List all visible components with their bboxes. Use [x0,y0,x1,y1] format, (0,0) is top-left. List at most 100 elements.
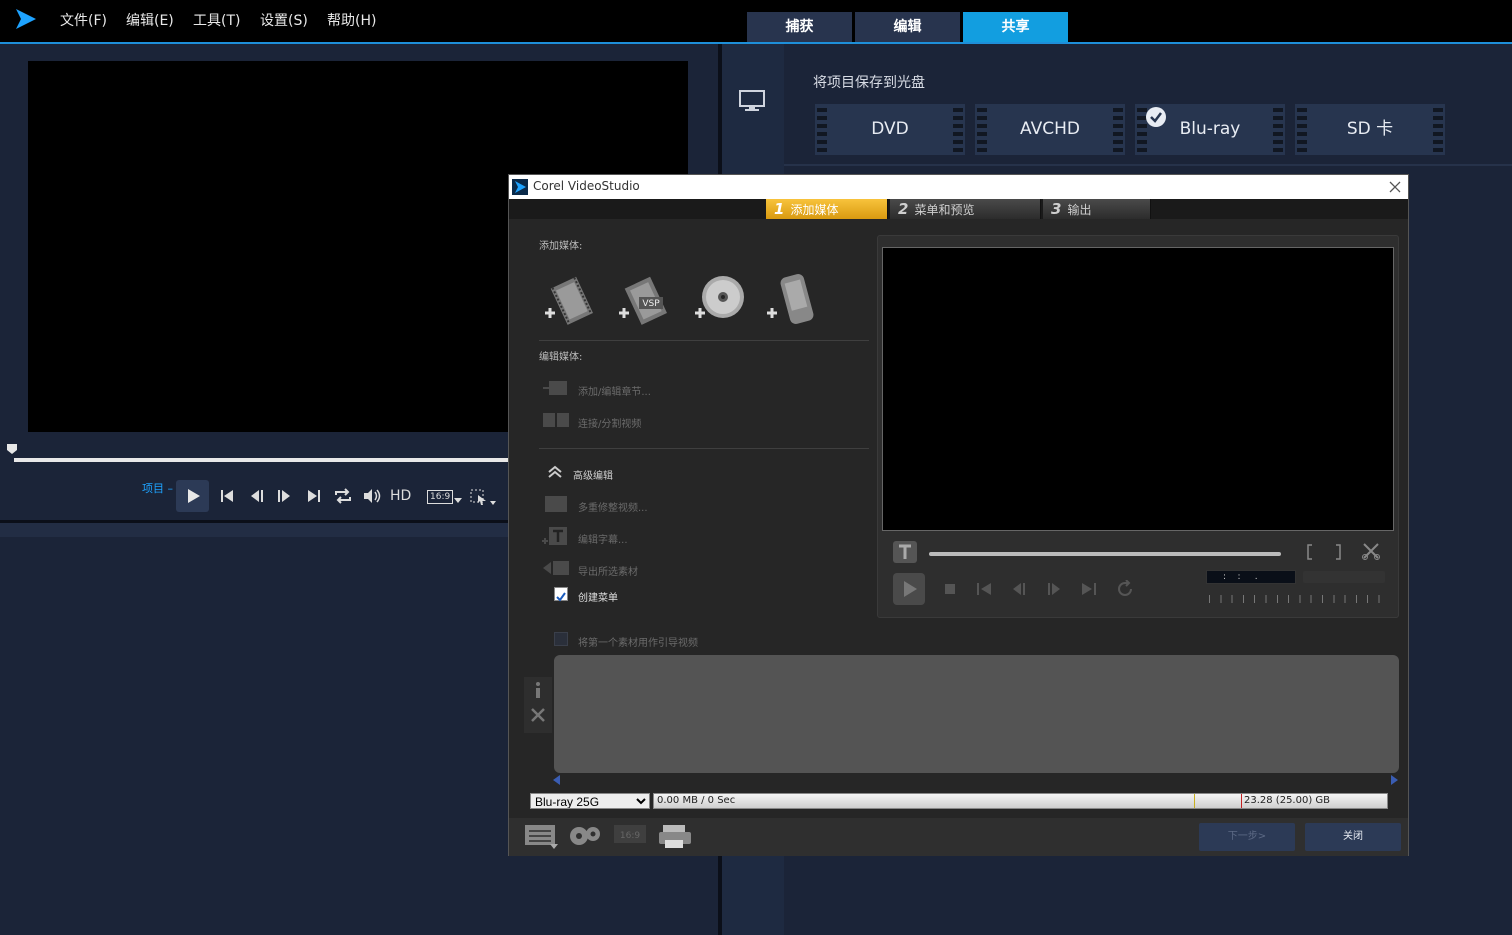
add-mobile-device-icon[interactable] [763,273,819,327]
scissors-icon[interactable] [1361,541,1381,561]
split-video-icon [543,413,569,427]
disc-option-dvd[interactable]: DVD [815,104,965,155]
film-perforation [977,104,987,155]
edit-subtitles-link[interactable]: 编辑字幕... [578,531,628,546]
export-clip-icon [543,561,569,575]
intro-video-label: 将第一个素材用作引导视频 [578,638,698,649]
play-button[interactable] [176,480,209,512]
dialog-titlebar[interactable] [509,175,1408,199]
export-selected-clip-link[interactable]: 导出所选素材 [578,563,638,578]
multi-trim-video-link[interactable]: 多重修整视频... [578,499,648,514]
app-logo-icon [512,179,528,195]
menu-edit[interactable]: 编辑(E) [126,10,174,30]
step-label: 输出 [1067,203,1092,217]
dialog-play-button[interactable] [893,573,925,605]
check-circle-icon [1146,107,1166,127]
double-chevron-up-icon[interactable] [547,465,563,479]
info-icon[interactable] [531,680,545,700]
media-clip-area[interactable] [554,655,1399,773]
step-menu-preview[interactable]: 2 菜单和预览 [890,199,1041,219]
add-vsp-project-icon[interactable]: VSP [615,275,671,327]
disc-option-label: DVD [871,119,909,139]
project-mode-label[interactable]: 项目 – [142,480,173,496]
step-label: 菜单和预览 [914,203,975,217]
close-button[interactable]: 关闭 [1305,823,1401,851]
tab-share[interactable]: 共享 [963,12,1068,42]
film-perforation [1113,104,1123,155]
wizard-steps: 1 添加媒体 2 菜单和预览 3 输出 [509,199,1408,219]
create-menu-label: 创建菜单 [578,593,618,604]
disc-option-sd-card[interactable]: SD 卡 [1295,104,1445,155]
monitor-icon[interactable] [738,89,766,113]
film-perforation [1273,104,1283,155]
text-overlay-icon[interactable] [892,540,918,564]
crop-select-icon[interactable] [470,489,498,507]
step-add-media[interactable]: 1 添加媒体 [766,199,888,219]
tab-edit[interactable]: 编辑 [855,12,960,42]
add-video-icon[interactable] [541,275,597,327]
chevron-down-icon[interactable] [454,498,462,504]
dialog-title: Corel VideoStudio [533,179,640,193]
gear-icon[interactable] [567,822,603,850]
print-label-icon[interactable] [657,823,693,849]
timecode-field[interactable]: : : . [1206,570,1296,584]
step-output[interactable]: 3 输出 [1043,199,1151,219]
previous-frame-icon[interactable] [1011,582,1027,596]
join-split-video-link[interactable]: 连接/分割视频 [578,415,641,430]
dialog-preview-window [882,247,1394,531]
repeat-icon[interactable] [333,487,353,505]
disc-option-avchd[interactable]: AVCHD [975,104,1125,155]
section-divider [539,340,869,341]
hd-toggle[interactable]: HD [390,488,411,504]
next-frame-icon[interactable] [1046,582,1062,596]
used-space-label: 0.00 MB / 0 Sec [657,795,736,806]
film-perforation [953,104,963,155]
scrub-bar[interactable] [14,458,514,462]
step-number: 3 [1051,200,1062,218]
aspect-ratio-icon: 16:9 [614,825,646,843]
go-to-start-icon[interactable] [976,582,992,596]
aspect-ratio-toggle[interactable]: 16:9 [427,490,454,504]
menu-help[interactable]: 帮助(H) [327,10,376,30]
capacity-marker [1194,794,1195,808]
share-divider [784,164,1512,166]
scroll-left-icon[interactable] [553,775,561,785]
disc-option-label: SD 卡 [1346,119,1394,139]
go-to-end-icon[interactable] [306,487,322,505]
disc-type-select[interactable]: Blu-ray 25G [530,793,650,809]
scrubber-handle-icon[interactable] [6,443,18,455]
mark-in-out-icon[interactable] [1304,543,1344,561]
corel-logo-icon[interactable] [14,8,38,30]
delete-icon[interactable] [530,707,546,723]
share-section-title: 将项目保存到光盘 [813,75,925,91]
create-menu-checkbox[interactable] [554,587,568,602]
menu-settings[interactable]: 设置(S) [260,10,308,30]
disc-option-label: Blu-ray [1179,119,1241,139]
advanced-edit-toggle[interactable]: 高级编辑 [573,467,613,482]
disc-option-bluray[interactable]: Blu-ray [1135,104,1285,155]
tab-capture[interactable]: 捕获 [747,12,852,42]
disc-option-label: AVCHD [1020,119,1080,139]
film-perforation [1297,104,1307,155]
stop-icon[interactable] [943,582,957,596]
zoom-slider[interactable] [1303,571,1385,583]
total-space-label: 23.28 (25.00) GB [1244,795,1331,806]
next-step-button[interactable]: 下一步> [1199,823,1295,851]
close-icon[interactable] [1388,180,1402,194]
project-settings-icon[interactable] [524,822,560,850]
menu-file[interactable]: 文件(F) [60,10,107,30]
film-perforation [817,104,827,155]
svg-text:16:9: 16:9 [620,831,640,841]
repeat-icon[interactable] [1115,580,1135,598]
add-edit-chapters-link[interactable]: 添加/编辑章节... [578,383,651,398]
dialog-scrub-bar[interactable] [929,552,1281,556]
add-disc-icon[interactable] [691,275,747,327]
previous-frame-icon[interactable] [249,487,265,505]
next-frame-icon[interactable] [276,487,292,505]
intro-video-checkbox[interactable] [554,632,568,646]
menu-tools[interactable]: 工具(T) [193,10,240,30]
volume-icon[interactable] [362,487,382,505]
go-to-start-icon[interactable] [219,487,235,505]
go-to-end-icon[interactable] [1081,582,1097,596]
scroll-right-icon[interactable] [1391,775,1399,785]
